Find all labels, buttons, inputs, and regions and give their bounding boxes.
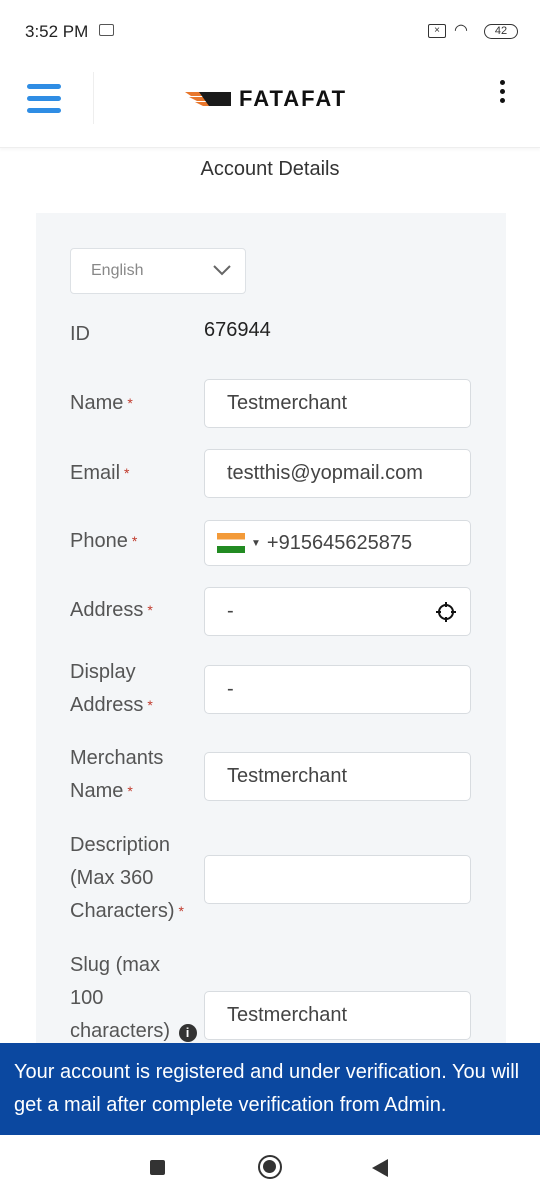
name-label: Name * bbox=[70, 392, 133, 414]
locate-icon[interactable] bbox=[435, 601, 457, 623]
phone-value: +915645625875 bbox=[266, 531, 413, 554]
phone-label: Phone * bbox=[70, 530, 138, 552]
slug-input[interactable]: Testmerchant bbox=[204, 991, 471, 1040]
divider bbox=[93, 72, 94, 124]
logo-text: FATAFAT bbox=[239, 86, 348, 111]
page-title: Account Details bbox=[200, 158, 340, 180]
email-label: Email * bbox=[70, 462, 130, 484]
logo-wing-icon bbox=[185, 92, 231, 106]
phone-input[interactable]: ▼ +915645625875 bbox=[204, 520, 471, 566]
language-select[interactable]: English bbox=[70, 248, 246, 294]
home-button[interactable] bbox=[258, 1155, 282, 1179]
id-label: ID bbox=[70, 323, 90, 345]
app-header: FATAFAT bbox=[0, 62, 540, 148]
battery-icon: 42 bbox=[484, 24, 518, 39]
address-input[interactable]: - bbox=[204, 587, 471, 636]
info-icon[interactable]: i bbox=[178, 1024, 197, 1042]
status-time: 3:52 PM bbox=[25, 22, 89, 41]
status-bar: 3:52 PM × ◠ 42 bbox=[0, 0, 540, 62]
country-dropdown-icon[interactable]: ▼ bbox=[251, 538, 261, 549]
logo[interactable]: FATAFAT bbox=[185, 86, 347, 112]
gmail-icon bbox=[99, 24, 114, 36]
india-flag-icon[interactable] bbox=[217, 533, 245, 553]
android-nav-bar bbox=[0, 1135, 540, 1200]
slug-label: Slug (max 100 characters) i bbox=[70, 949, 197, 1048]
description-label: Description (Max 360 Characters) * bbox=[70, 834, 184, 922]
back-button[interactable] bbox=[372, 1159, 388, 1177]
recents-button[interactable] bbox=[150, 1160, 165, 1175]
name-input[interactable]: Testmerchant bbox=[204, 379, 471, 428]
language-selected: English bbox=[91, 262, 144, 279]
verification-banner: Your account is registered and under ver… bbox=[0, 1043, 540, 1135]
wifi-icon: ◠ bbox=[454, 22, 468, 39]
display-address-label: Display Address * bbox=[70, 661, 153, 716]
address-label: Address * bbox=[70, 599, 153, 621]
chevron-down-icon bbox=[213, 265, 231, 276]
merchants-name-input[interactable]: Testmerchant bbox=[204, 752, 471, 801]
display-address-input[interactable]: - bbox=[204, 665, 471, 714]
id-value: 676944 bbox=[204, 319, 271, 341]
menu-icon[interactable] bbox=[27, 84, 61, 114]
merchants-name-label: Merchants Name * bbox=[70, 747, 164, 802]
sim-off-icon: × bbox=[428, 24, 446, 38]
email-input[interactable]: testthis@yopmail.com bbox=[204, 449, 471, 498]
description-input[interactable] bbox=[204, 855, 471, 904]
more-options-icon[interactable] bbox=[497, 80, 507, 106]
